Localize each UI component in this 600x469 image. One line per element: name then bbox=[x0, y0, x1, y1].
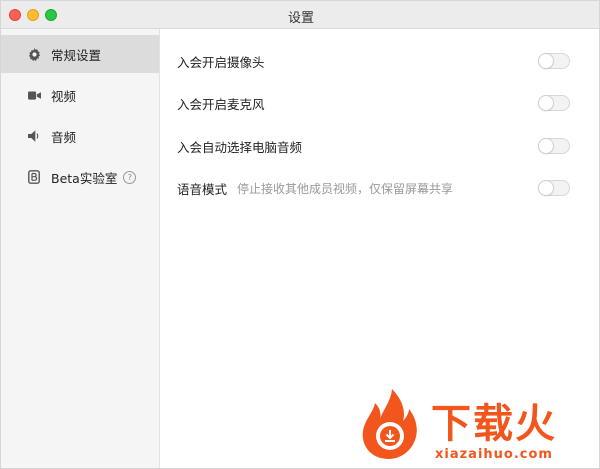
sidebar: 常规设置 视频 音频 Beta实验室 ? bbox=[1, 29, 160, 468]
toggle-knob bbox=[539, 54, 553, 68]
gear-icon bbox=[27, 47, 41, 61]
sidebar-item-general[interactable]: 常规设置 bbox=[1, 35, 159, 73]
watermark-url: xiazaihuo.com bbox=[435, 447, 553, 462]
voice-mode-toggle[interactable] bbox=[538, 180, 570, 196]
setting-description: 停止接收其他成员视频，仅保留屏幕共享 bbox=[237, 181, 454, 196]
window-title: 设置 bbox=[287, 11, 314, 26]
sidebar-item-beta-lab[interactable]: Beta实验室 ? bbox=[1, 158, 159, 196]
microphone-toggle[interactable] bbox=[538, 95, 570, 111]
camera-toggle[interactable] bbox=[538, 53, 570, 69]
setting-row-voice-mode: 语音模式 停止接收其他成员视频，仅保留屏幕共享 bbox=[177, 177, 577, 199]
setting-label: 入会开启摄像头 bbox=[177, 54, 265, 70]
setting-row-computer-audio: 入会自动选择电脑音频 bbox=[177, 135, 577, 157]
title-bar: 设置 bbox=[1, 1, 599, 29]
setting-label: 入会开启麦克风 bbox=[177, 96, 265, 112]
sidebar-item-audio[interactable]: 音频 bbox=[1, 117, 159, 155]
toggle-knob bbox=[539, 96, 553, 110]
sidebar-item-video[interactable]: 视频 bbox=[1, 76, 159, 114]
watermark: 下载火 xiazaihuo.com bbox=[353, 389, 599, 468]
computer-audio-toggle[interactable] bbox=[538, 138, 570, 154]
speaker-icon bbox=[27, 129, 41, 143]
toggle-knob bbox=[539, 139, 553, 153]
sidebar-item-label: 音频 bbox=[51, 129, 77, 145]
settings-window: 设置 常规设置 视频 音频 Beta实验室 ? 入会开启摄像头 入会开启麦克风 … bbox=[0, 0, 600, 469]
setting-row-camera: 入会开启摄像头 bbox=[177, 50, 577, 72]
video-camera-icon bbox=[27, 88, 41, 102]
sidebar-item-label: Beta实验室 bbox=[51, 170, 118, 186]
sidebar-item-label: 视频 bbox=[51, 88, 77, 104]
setting-label: 入会自动选择电脑音频 bbox=[177, 139, 303, 155]
setting-label: 语音模式 bbox=[177, 181, 228, 197]
question-circle-icon[interactable]: ? bbox=[123, 170, 137, 184]
toggle-knob bbox=[539, 181, 553, 195]
watermark-brand: 下载火 bbox=[431, 401, 557, 447]
flame-logo-icon bbox=[362, 389, 417, 459]
sidebar-item-label: 常规设置 bbox=[51, 47, 102, 63]
beta-lab-icon bbox=[27, 170, 41, 184]
setting-row-microphone: 入会开启麦克风 bbox=[177, 92, 577, 114]
